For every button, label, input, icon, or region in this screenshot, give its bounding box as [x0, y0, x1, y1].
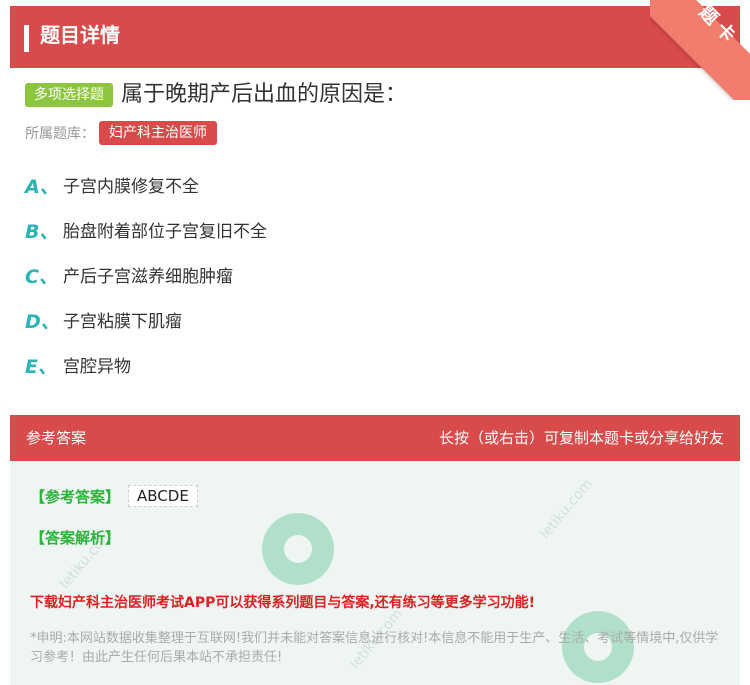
question-type-tag: 多项选择题 — [25, 83, 113, 107]
question-bank-label: 所属题库： — [25, 126, 95, 142]
answer-section-title: 参考答案 — [26, 429, 87, 447]
option-letter: A、 — [25, 176, 59, 198]
option-text: 宫腔异物 — [63, 357, 131, 377]
reference-answer-row: 【参考答案】 ABCDE — [30, 485, 198, 507]
option-text: 产后子宫滋养细胞肿瘤 — [63, 267, 233, 287]
corner-ribbon[interactable]: 题卡 — [650, 0, 750, 100]
share-hint: 长按（或右击）可复制本题卡或分享给好友 — [438, 429, 724, 447]
question-text: 属于晚期产后出血的原因是： — [121, 82, 408, 107]
reference-answer-label: 【参考答案】 — [30, 487, 121, 506]
option-c[interactable]: C、 产后子宫滋养细胞肿瘤 — [25, 262, 267, 307]
answer-analysis-label: 【答案解析】 — [30, 529, 121, 547]
answer-section-body: letiku.com letiku.com letiku.com 【参考答案】 … — [10, 461, 740, 685]
option-d[interactable]: D、 子宫粘膜下肌瘤 — [25, 307, 267, 352]
question-bank-row: 所属题库： 妇产科主治医师 — [25, 120, 217, 146]
option-text: 子宫粘膜下肌瘤 — [63, 312, 182, 332]
option-text: 子宫内膜修复不全 — [63, 177, 199, 197]
answer-section-header: 参考答案 长按（或右击）可复制本题卡或分享给好友 — [10, 415, 740, 461]
watermark-logo-icon — [262, 513, 334, 585]
option-letter: E、 — [25, 356, 57, 378]
option-letter: B、 — [25, 221, 59, 243]
option-letter: C、 — [25, 266, 58, 288]
option-list: A、 子宫内膜修复不全 B、 胎盘附着部位子宫复旧不全 C、 产后子宫滋养细胞肿… — [25, 172, 267, 397]
header-accent-mark — [24, 25, 29, 52]
watermark-text: letiku.com — [536, 475, 596, 543]
option-b[interactable]: B、 胎盘附着部位子宫复旧不全 — [25, 217, 267, 262]
option-e[interactable]: E、 宫腔异物 — [25, 352, 267, 397]
page-title: 题目详情 — [40, 23, 120, 47]
disclaimer-text: *申明:本网站数据收集整理于互联网!我们并未能对答案信息进行核对!本信息不能用于… — [30, 631, 719, 665]
reference-answer-value: ABCDE — [128, 485, 198, 507]
question-row: 多项选择题 属于晚期产后出血的原因是： — [25, 80, 407, 110]
app-download-promo[interactable]: 下载妇产科主治医师考试APP可以获得系列题目与答案,还有练习等更多学习功能! — [30, 592, 535, 612]
option-text: 胎盘附着部位子宫复旧不全 — [63, 222, 267, 242]
question-bank-tag[interactable]: 妇产科主治医师 — [99, 121, 217, 145]
option-letter: D、 — [25, 311, 60, 333]
header-bar: 题目详情 — [10, 6, 740, 68]
option-a[interactable]: A、 子宫内膜修复不全 — [25, 172, 267, 217]
